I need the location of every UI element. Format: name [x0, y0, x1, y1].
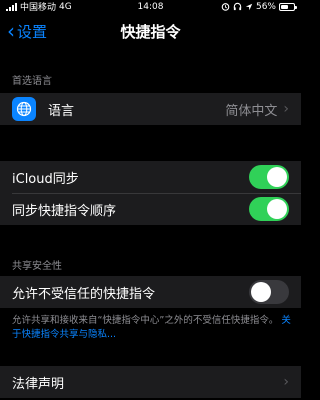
sync-group: iCloud同步 同步快捷指令顺序 — [0, 161, 301, 225]
signal-icon — [6, 2, 17, 11]
back-label: 设置 — [17, 22, 48, 41]
untrusted-shortcuts-toggle[interactable] — [249, 280, 289, 304]
footnote-text: 允许共享和接收来自“快捷指令中心”之外的不受信任快捷指令。 — [12, 315, 279, 326]
chevron-left-icon: ‹ — [7, 19, 15, 43]
network-label: 4G — [59, 1, 72, 12]
alarm-icon — [221, 3, 230, 11]
legal-group: 法律声明 › — [0, 366, 301, 398]
toggle-knob — [251, 282, 271, 302]
carrier-label: 中国移动 — [20, 3, 57, 13]
status-left: 中国移动 4G — [6, 0, 72, 13]
battery-fill — [281, 4, 288, 9]
sync-order-toggle[interactable] — [249, 197, 289, 221]
security-group: 允许不受信任的快捷指令 — [0, 276, 301, 308]
status-right: 56% — [221, 1, 297, 12]
status-bar: 中国移动 4G 14:08 56% — [0, 0, 301, 13]
legal-label: 法律声明 — [12, 376, 65, 392]
chevron-right-icon: › — [283, 374, 289, 390]
navigation-bar: ‹ 设置 快捷指令 — [0, 15, 301, 47]
chevron-right-icon: › — [283, 101, 289, 117]
language-row[interactable]: 语言 简体中文 › — [0, 93, 301, 125]
icloud-sync-row: iCloud同步 — [0, 161, 301, 193]
globe-icon — [12, 97, 36, 121]
headphones-icon — [233, 2, 242, 11]
untrusted-shortcuts-label: 允许不受信任的快捷指令 — [12, 286, 156, 302]
language-value: 简体中文 — [225, 103, 278, 119]
sync-order-label: 同步快捷指令顺序 — [12, 203, 117, 219]
sync-order-row: 同步快捷指令顺序 — [0, 193, 301, 225]
language-group: 语言 简体中文 › — [0, 93, 301, 125]
shortcuts-settings-screen: 中国移动 4G 14:08 56% ‹ 设置 快捷指令 首选语言 语言 简体中文… — [0, 0, 301, 400]
language-label: 语言 — [48, 103, 75, 119]
battery-icon — [279, 2, 297, 11]
battery-percent: 56% — [255, 1, 276, 12]
language-section-header: 首选语言 — [12, 76, 52, 87]
toggle-knob — [267, 199, 287, 219]
icloud-sync-toggle[interactable] — [249, 165, 289, 189]
back-button[interactable]: ‹ 设置 — [0, 21, 47, 42]
security-section-header: 共享安全性 — [12, 261, 62, 272]
legal-row[interactable]: 法律声明 › — [0, 366, 301, 398]
security-footnote: 允许共享和接收来自“快捷指令中心”之外的不受信任快捷指令。 关于快捷指令共享与隐… — [12, 314, 292, 342]
icloud-sync-label: iCloud同步 — [12, 171, 79, 187]
untrusted-shortcuts-row: 允许不受信任的快捷指令 — [0, 276, 301, 308]
location-icon — [245, 3, 253, 10]
toggle-knob — [267, 167, 287, 187]
